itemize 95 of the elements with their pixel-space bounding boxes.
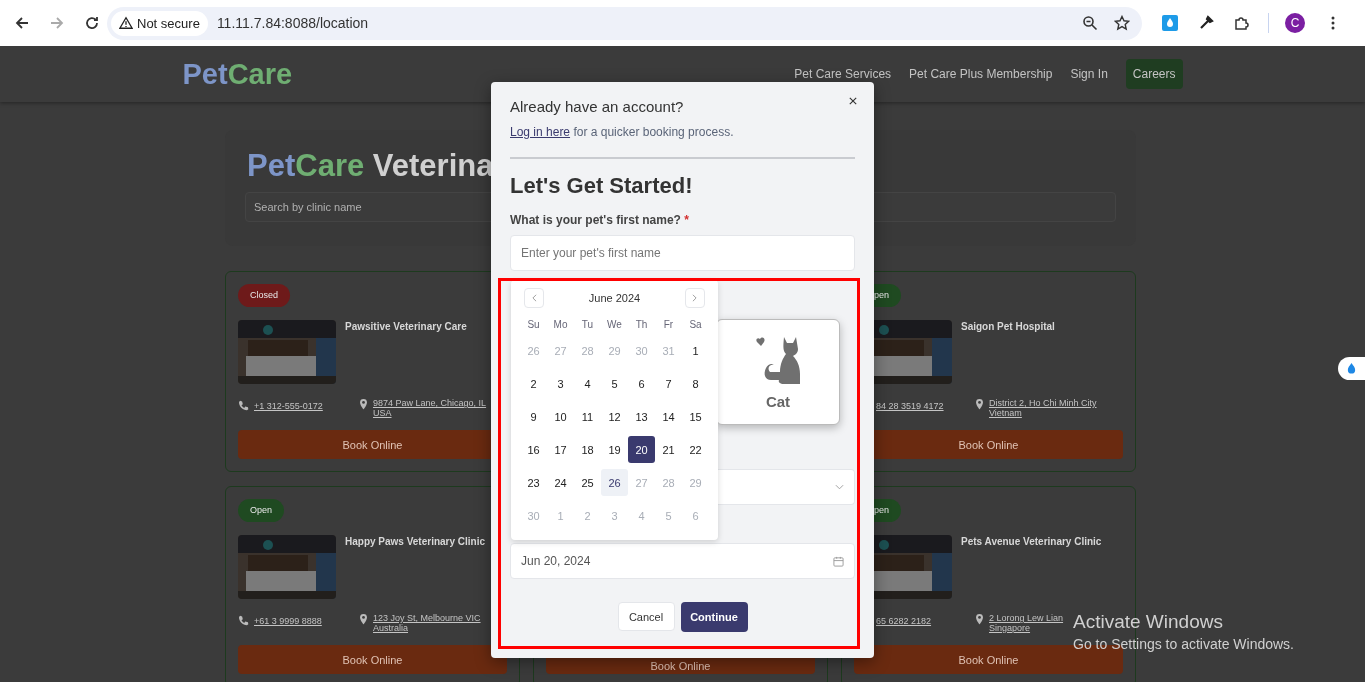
phone-link[interactable]: 84 28 3519 4172 <box>876 401 944 411</box>
calendar-day[interactable]: 7 <box>655 370 682 397</box>
address-link[interactable]: 123 Joy St, Melbourne VIC Australia <box>373 613 481 633</box>
phone-icon <box>238 615 249 626</box>
warning-icon <box>119 16 133 30</box>
calendar-day[interactable]: 20 <box>628 436 655 463</box>
calendar-day[interactable]: 15 <box>682 403 709 430</box>
security-chip[interactable]: Not secure <box>111 10 208 36</box>
status-badge: Open <box>238 499 285 522</box>
calendar-day[interactable]: 9 <box>520 403 547 430</box>
select-field[interactable] <box>717 469 855 505</box>
weekday-label: Mo <box>552 318 569 332</box>
clinic-name: Pawsitive Veterinary Care <box>345 321 467 334</box>
zoom-icon[interactable] <box>1082 15 1098 31</box>
calendar-day[interactable]: 5 <box>601 370 628 397</box>
calendar-day[interactable]: 2 <box>520 370 547 397</box>
calendar-icon <box>833 555 844 567</box>
date-field[interactable]: Jun 20, 2024 <box>510 543 855 579</box>
address-link[interactable]: District 2, Ho Chi Minh City Vietnam <box>989 398 1097 418</box>
form-heading: Let's Get Started! <box>510 173 694 199</box>
water-drop-icon[interactable] <box>1162 15 1178 31</box>
continue-button[interactable]: Continue <box>680 602 748 632</box>
pet-type-label: Cat <box>765 392 791 410</box>
book-online-button[interactable]: Book Online <box>238 645 507 674</box>
puzzle-icon[interactable] <box>1234 15 1250 31</box>
calendar-day[interactable]: 10 <box>547 403 574 430</box>
phone-icon <box>238 400 249 411</box>
calendar-day[interactable]: 6 <box>628 370 655 397</box>
floating-widget[interactable] <box>1338 357 1365 380</box>
address-bar[interactable]: Not secure 11.11.7.84:8088/location <box>107 6 1142 40</box>
weekday-label: Fr <box>662 318 675 332</box>
calendar-day[interactable]: 16 <box>520 436 547 463</box>
calendar-day[interactable]: 12 <box>601 403 628 430</box>
phone-link[interactable]: +1 312-555-0172 <box>254 401 323 411</box>
weekday-label: We <box>606 318 623 332</box>
clinic-name: Saigon Pet Hospital <box>961 321 1055 334</box>
calendar-day[interactable]: 23 <box>520 469 547 496</box>
nav-link[interactable]: Sign In <box>1070 67 1108 81</box>
pet-name-field[interactable]: Enter your pet's first name <box>510 235 855 271</box>
month-title: June 2024 <box>588 292 641 304</box>
careers-button[interactable]: Careers <box>1125 59 1183 89</box>
phone-link[interactable]: +61 3 9999 8888 <box>254 616 322 626</box>
weekday-label: Su <box>526 318 541 332</box>
status-badge: Closed <box>238 284 290 307</box>
calendar-day[interactable]: 18 <box>574 436 601 463</box>
reload-icon[interactable] <box>84 15 100 31</box>
chevron-left-icon <box>531 294 537 302</box>
cancel-button[interactable]: Cancel <box>617 602 675 631</box>
address-link[interactable]: 9874 Paw Lane, Chicago, IL USA <box>373 398 487 418</box>
calendar-day[interactable]: 17 <box>547 436 574 463</box>
calendar-day[interactable]: 11 <box>574 403 601 430</box>
weekday-label: Sa <box>688 318 703 332</box>
pet-type-option[interactable]: Cat <box>716 319 840 425</box>
weekday-label: Th <box>634 318 649 332</box>
calendar-day[interactable]: 13 <box>628 403 655 430</box>
chevron-down-icon <box>835 484 844 490</box>
address-link[interactable]: 2 Lorong Lew Lian Singapore <box>989 613 1064 633</box>
page-title: PetCare Veterina <box>247 148 495 184</box>
calendar-day[interactable]: 26 <box>601 469 628 496</box>
calendar-day[interactable]: 8 <box>682 370 709 397</box>
account-title: Already have an account? <box>510 98 684 116</box>
location-pin-icon <box>359 399 368 410</box>
water-drop-icon <box>1346 362 1357 375</box>
back-icon[interactable] <box>14 15 30 31</box>
location-pin-icon <box>975 614 984 625</box>
field-label: What is your pet's first name? <box>510 213 681 227</box>
nav-link[interactable]: Pet Care Plus Membership <box>909 67 1053 81</box>
url-text: 11.11.7.84:8088/location <box>216 15 369 31</box>
login-link[interactable]: Log in here <box>510 125 571 139</box>
calendar-day[interactable]: 4 <box>574 370 601 397</box>
security-label: Not secure <box>137 15 200 31</box>
close-icon <box>849 97 857 105</box>
calendar-day[interactable]: 22 <box>682 436 709 463</box>
profile-avatar[interactable]: C <box>1285 13 1305 33</box>
weekday-label: Tu <box>580 318 595 332</box>
chevron-right-icon <box>692 294 698 302</box>
phone-link[interactable]: 65 6282 2182 <box>876 616 932 626</box>
nav-link[interactable]: Pet Care Services <box>794 67 892 81</box>
calendar-day[interactable]: 25 <box>574 469 601 496</box>
login-sentence: Log in here for a quicker booking process. <box>510 125 735 140</box>
clinic-name: Pets Avenue Veterinary Clinic <box>961 536 1102 549</box>
clinic-name: Happy Paws Veterinary Clinic <box>345 536 486 549</box>
star-icon[interactable] <box>1114 15 1130 31</box>
calendar-day[interactable]: 19 <box>601 436 628 463</box>
calendar-day[interactable]: 3 <box>547 370 574 397</box>
logo[interactable]: PetCare <box>182 57 293 91</box>
required-mark: * <box>684 213 689 227</box>
location-pin-icon <box>359 614 368 625</box>
location-pin-icon <box>975 399 984 410</box>
activation-notice: Activate Windows <box>1073 611 1224 633</box>
calendar-day[interactable]: 24 <box>547 469 574 496</box>
calendar-day[interactable]: 14 <box>655 403 682 430</box>
eyedropper-icon[interactable] <box>1198 15 1214 31</box>
calendar-day[interactable]: 21 <box>655 436 682 463</box>
calendar-day[interactable]: 1 <box>682 337 709 364</box>
